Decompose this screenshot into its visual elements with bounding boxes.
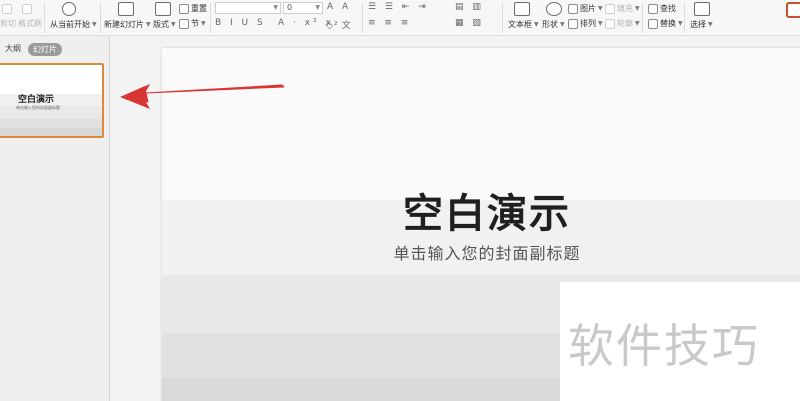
annotation-arrow-icon bbox=[120, 84, 285, 109]
